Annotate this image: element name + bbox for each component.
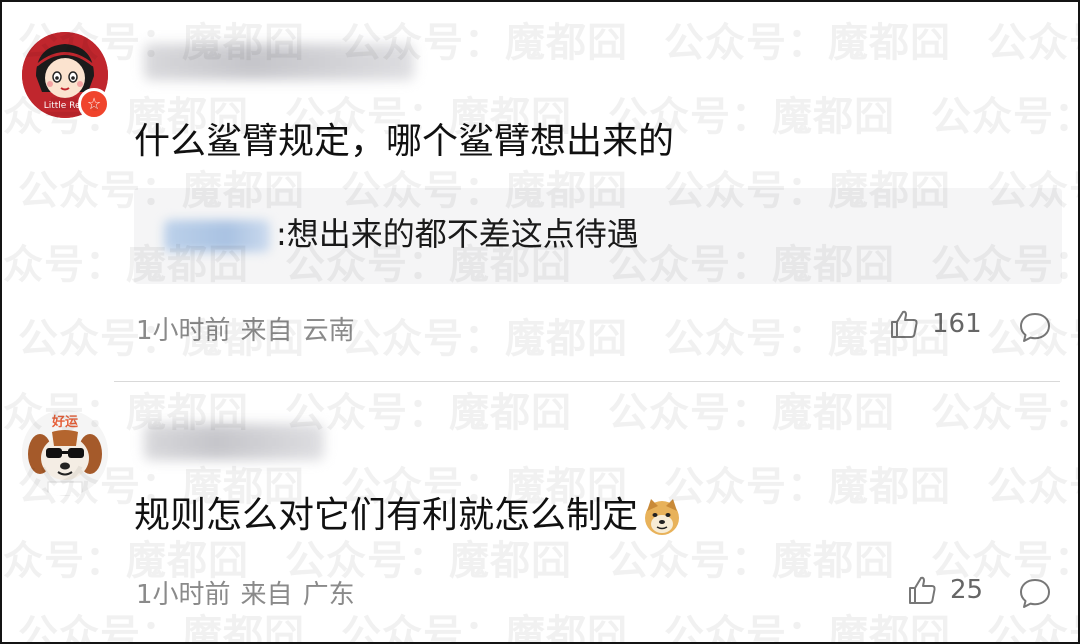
like-button[interactable]: 161 [888,308,982,340]
reply-box[interactable]: :想出来的都不差这点待遇 [134,188,1062,284]
username-blurred[interactable] [144,44,414,80]
username-blurred[interactable] [144,424,324,460]
comment-location: 云南 [302,316,355,346]
comment-item: 好运 规则怎么对它们有利就怎么制定 1小时前 来自 广东 25 [2,382,1078,642]
reply-username-blurred[interactable] [164,220,270,252]
comment-bubble-icon[interactable] [1018,576,1052,610]
like-button[interactable]: 25 [906,574,983,606]
comment-text: 规则怎么对它们有利就怎么制定 [134,494,682,538]
comment-meta: 1小时前 来自 广东 [136,574,365,611]
like-count: 25 [950,575,984,605]
thumbs-up-icon [891,310,918,338]
comment-from: 来自 [240,316,293,346]
avatar[interactable]: 好运 [22,410,108,496]
comment-location: 广东 [302,580,355,610]
comment-meta: 1小时前 来自 云南 [136,310,365,347]
comment-screenshot: Little Red ☆ 什么鲨臂规定，哪个鲨臂想出来的 :想出来的都不差这点待… [0,0,1080,644]
star-badge-icon: ☆ [78,88,110,120]
comment-bubble-icon[interactable] [1018,310,1052,344]
comment-text: 什么鲨臂规定，哪个鲨臂想出来的 [134,121,675,162]
comment-time: 1小时前 [136,316,231,346]
comment-time: 1小时前 [136,580,231,610]
comment-from: 来自 [240,580,293,610]
comment-item: Little Red ☆ 什么鲨臂规定，哪个鲨臂想出来的 :想出来的都不差这点待… [2,2,1078,380]
svg-text:好运: 好运 [51,414,78,430]
doge-emoji-icon [645,499,680,535]
comment-text-content: 规则怎么对它们有利就怎么制定 [134,495,639,536]
like-count: 161 [932,309,982,339]
reply-text: :想出来的都不差这点待遇 [276,215,639,253]
thumbs-up-icon [909,576,936,604]
dog-sunglasses-avatar-icon: 好运 [22,410,108,496]
